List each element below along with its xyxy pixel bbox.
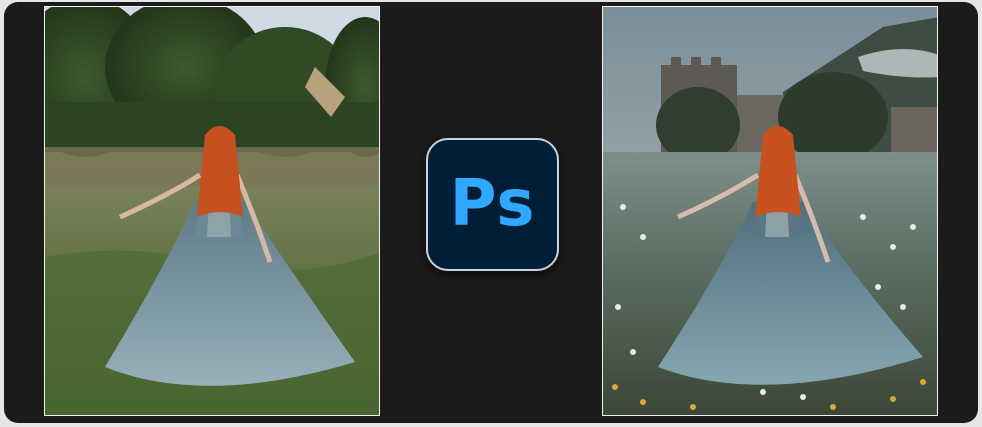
comparison-panel: Ps bbox=[4, 2, 978, 423]
after-photo bbox=[602, 6, 938, 416]
photoshop-icon: Ps bbox=[426, 138, 559, 271]
before-photo-illustration bbox=[45, 7, 379, 415]
before-photo bbox=[44, 6, 380, 416]
photoshop-logo-text: Ps bbox=[449, 166, 536, 241]
after-photo-illustration bbox=[603, 7, 937, 415]
